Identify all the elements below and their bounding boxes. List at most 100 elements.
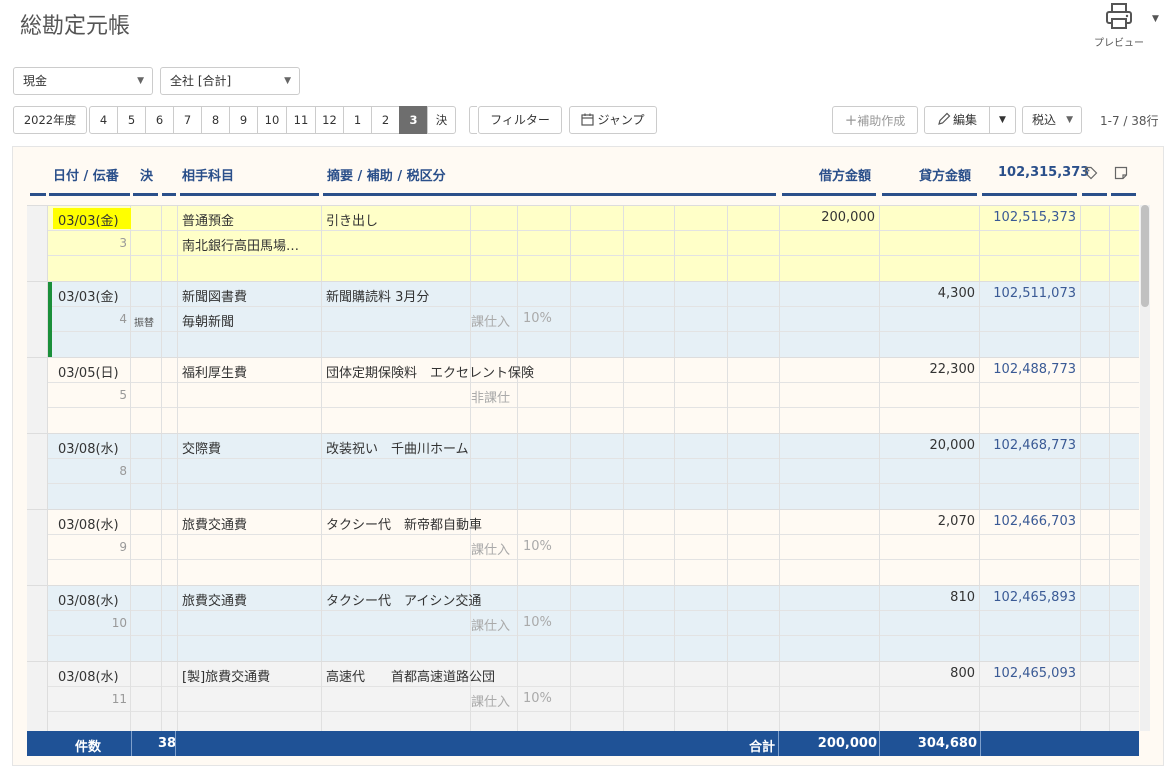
debit-amount[interactable]: 200,000 — [785, 210, 875, 225]
entry-number: 4 — [119, 312, 127, 326]
chevron-down-icon: ▼ — [999, 115, 1006, 125]
row-handle[interactable] — [27, 282, 48, 358]
ledger-entry[interactable]: 03/08(水) 10 旅費交通費 タクシー代 アイシン交通課仕入 10% 810 102,… — [27, 585, 1139, 662]
ledger-entry[interactable]: 03/05(日) 5 福利厚生費 団体定期保険料 エクセレント保険 非課仕 22,300 1… — [27, 357, 1139, 434]
entry-date[interactable]: 03/08(水) — [58, 590, 119, 609]
tax-rate[interactable]: 10% — [523, 615, 552, 630]
tax-category[interactable]: 課仕入 — [471, 691, 510, 710]
counter-account[interactable]: 旅費交通費 — [182, 514, 247, 533]
col-header-credit[interactable]: 貸方金額 — [919, 165, 971, 184]
tax-category[interactable]: 課仕入 — [471, 539, 510, 558]
filter-button[interactable]: フィルター — [478, 106, 562, 134]
entry-memo[interactable]: 改装祝い 千曲川ホーム — [326, 438, 469, 457]
row-handle[interactable] — [27, 358, 48, 434]
sub-account[interactable]: 南北銀行高田馬場… — [182, 235, 299, 254]
footer-count: 38 — [158, 736, 177, 751]
entry-date[interactable]: 03/05(日) — [58, 362, 119, 381]
entry-memo[interactable]: 新聞購読料 3月分 — [326, 286, 429, 305]
month-tab-1[interactable]: 1 — [343, 106, 372, 134]
tax-category[interactable]: 課仕入 — [471, 311, 510, 330]
col-header-date[interactable]: 日付 / 伝番 — [53, 165, 119, 184]
account-select[interactable]: 現金 ▼ — [13, 67, 153, 95]
selected-row-indicator — [48, 282, 52, 358]
jump-button[interactable]: ジャンプ — [569, 106, 657, 134]
month-tab-10[interactable]: 10 — [257, 106, 287, 134]
month-tab-8[interactable]: 8 — [201, 106, 230, 134]
tax-category[interactable]: 課仕入 — [471, 615, 510, 634]
sub-account[interactable]: 毎朝新聞 — [182, 311, 234, 330]
fiscal-year-button[interactable]: 2022年度 — [13, 106, 87, 134]
month-tab-9[interactable]: 9 — [229, 106, 258, 134]
month-tab-5[interactable]: 5 — [117, 106, 146, 134]
month-tab-7[interactable]: 7 — [173, 106, 202, 134]
vertical-scrollbar[interactable] — [1140, 205, 1150, 731]
col-header-memo[interactable]: 摘要 / 補助 / 税区分 — [327, 165, 446, 184]
credit-amount[interactable]: 810 — [885, 590, 975, 605]
running-balance: 102,468,773 — [993, 438, 1076, 453]
entry-memo[interactable]: タクシー代 アイシン交通 — [326, 590, 481, 609]
row-handle[interactable] — [27, 206, 48, 282]
month-tab-6[interactable]: 6 — [145, 106, 174, 134]
counter-account[interactable]: 旅費交通費 — [182, 590, 247, 609]
running-balance: 102,465,093 — [993, 666, 1076, 681]
credit-amount[interactable]: 22,300 — [885, 362, 976, 377]
month-tab-2[interactable]: 2 — [371, 106, 400, 134]
counter-account[interactable]: 交際費 — [182, 438, 221, 457]
credit-amount[interactable]: 4,300 — [885, 286, 975, 301]
tax-mode-select[interactable]: 税込 ▼ — [1022, 106, 1082, 134]
month-tab-12[interactable]: 12 — [315, 106, 344, 134]
tag-icon[interactable] — [1084, 166, 1098, 180]
counter-account[interactable]: [製]旅費交通費 — [182, 666, 270, 685]
month-tab-11[interactable]: 11 — [286, 106, 316, 134]
entry-number: 10 — [111, 616, 127, 630]
col-header-debit[interactable]: 借方金額 — [819, 165, 871, 184]
col-header-balance: 102,315,373 — [998, 165, 1090, 180]
edit-button[interactable]: 編集 — [924, 106, 990, 134]
row-handle[interactable] — [27, 662, 48, 731]
counter-account[interactable]: 福利厚生費 — [182, 362, 247, 381]
tax-rate[interactable]: 10% — [523, 691, 552, 706]
company-select[interactable]: 全社 [合計] ▼ — [160, 67, 300, 95]
entry-date[interactable]: 03/08(水) — [58, 514, 119, 533]
entry-date[interactable]: 03/03(金) — [58, 210, 119, 229]
scrollbar-thumb[interactable] — [1141, 205, 1149, 307]
credit-amount[interactable]: 2,070 — [885, 514, 975, 529]
ledger-table: 03/03(金) 3 普通預金 南北銀行高田馬場… 引き出し 200,000 102,515… — [27, 205, 1139, 731]
filter-divider — [469, 106, 477, 134]
col-header-settle[interactable]: 決 — [140, 165, 153, 184]
running-balance: 102,511,073 — [993, 286, 1076, 301]
running-balance: 102,465,893 — [993, 590, 1076, 605]
create-aux-button[interactable]: +補助作成 — [832, 106, 918, 134]
entry-memo[interactable]: 引き出し — [326, 210, 378, 229]
tax-category[interactable]: 非課仕 — [471, 387, 510, 406]
note-icon[interactable] — [1114, 166, 1128, 180]
entry-memo[interactable]: 高速代 首都高速道路公団 — [326, 666, 495, 685]
entry-date[interactable]: 03/03(金) — [58, 286, 119, 305]
ledger-entry[interactable]: 03/08(水) 8 交際費 改装祝い 千曲川ホーム 20,000 102,468,773 — [27, 433, 1139, 510]
ledger-entry[interactable]: 03/08(水) 9 旅費交通費 タクシー代 新帝都自動車 課仕入 10% 2,070 102… — [27, 509, 1139, 586]
edit-dropdown-button[interactable]: ▼ — [989, 106, 1016, 134]
ledger-entry[interactable]: 03/08(水) 11 [製]旅費交通費 高速代 首都高速道路公団 課仕入 10% 800 1… — [27, 661, 1139, 731]
entry-memo[interactable]: タクシー代 新帝都自動車 — [326, 514, 482, 533]
credit-amount[interactable]: 20,000 — [885, 438, 976, 453]
entry-memo[interactable]: 団体定期保険料 エクセレント保険 — [326, 362, 534, 381]
month-tab-4[interactable]: 4 — [89, 106, 118, 134]
tax-rate[interactable]: 10% — [523, 539, 552, 554]
entry-date[interactable]: 03/08(水) — [58, 666, 119, 685]
col-header-counter-account[interactable]: 相手科目 — [182, 165, 234, 184]
counter-account[interactable]: 普通預金 — [182, 210, 234, 229]
row-handle[interactable] — [27, 510, 48, 586]
ledger-entry[interactable]: 03/03(金) 3 普通預金 南北銀行高田馬場… 引き出し 200,000 102,515… — [27, 205, 1139, 282]
preview-button[interactable]: プレビュー — [1088, 2, 1150, 49]
ledger-entry[interactable]: 03/03(金) 4 振替 新聞図書費 毎朝新聞 新聞購読料 3月分 課仕入 10% 4,300… — [27, 281, 1139, 358]
row-handle[interactable] — [27, 586, 48, 662]
counter-account[interactable]: 新聞図書費 — [182, 286, 247, 305]
entry-date[interactable]: 03/08(水) — [58, 438, 119, 457]
month-tab-決[interactable]: 決 — [427, 106, 456, 134]
tax-rate[interactable]: 10% — [523, 311, 552, 326]
preview-dropdown-icon[interactable]: ▼ — [1152, 14, 1159, 24]
company-select-value: 全社 [合計] — [170, 74, 232, 88]
month-tab-3[interactable]: 3 — [399, 106, 428, 134]
credit-amount[interactable]: 800 — [885, 666, 975, 681]
row-handle[interactable] — [27, 434, 48, 510]
